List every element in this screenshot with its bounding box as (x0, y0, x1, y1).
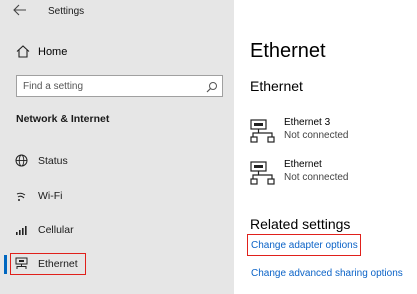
wifi-icon (15, 189, 28, 207)
title-bar: Settings (0, 0, 234, 24)
connection-name: Ethernet (284, 159, 322, 170)
adapter-link-highlight-box (247, 234, 361, 256)
search-icon[interactable] (206, 80, 218, 98)
ethernet-icon (250, 161, 276, 190)
connection-status: Not connected (284, 172, 349, 183)
related-settings-heading: Related settings (250, 216, 351, 232)
sidebar-item-label: Cellular (38, 224, 74, 236)
page-title: Ethernet (250, 40, 326, 62)
signal-bars-icon (15, 223, 28, 241)
connection-name: Ethernet 3 (284, 117, 331, 128)
section-header: Network & Internet (16, 113, 110, 125)
change-sharing-options-link[interactable]: Change advanced sharing options (251, 268, 403, 279)
connection-item[interactable]: Ethernet 3 Not connected (250, 117, 410, 147)
section-subhead: Ethernet (250, 78, 303, 94)
connection-status: Not connected (284, 130, 349, 141)
main-content: Ethernet Ethernet Ethernet 3 Not connect… (234, 0, 417, 294)
search-input[interactable] (17, 76, 202, 96)
home-nav-item[interactable]: Home (0, 40, 234, 64)
back-arrow-icon (12, 3, 32, 17)
ethernet-icon (250, 119, 276, 148)
globe-icon (15, 154, 28, 172)
home-label: Home (38, 46, 68, 58)
ethernet-highlight-box (10, 253, 86, 275)
sidebar-item-status[interactable]: Status (0, 148, 234, 174)
sidebar-item-label: Wi-Fi (38, 190, 63, 202)
sidebar-item-wifi[interactable]: Wi-Fi (0, 183, 234, 209)
app-title: Settings (48, 6, 85, 17)
back-button[interactable] (12, 3, 32, 19)
home-icon (16, 45, 30, 63)
sidebar-item-label: Status (38, 155, 68, 167)
sidebar-item-cellular[interactable]: Cellular (0, 217, 234, 243)
search-box[interactable] (16, 75, 223, 97)
connection-item[interactable]: Ethernet Not connected (250, 159, 410, 189)
sidebar: Settings Home Network & Internet Stat (0, 0, 234, 294)
